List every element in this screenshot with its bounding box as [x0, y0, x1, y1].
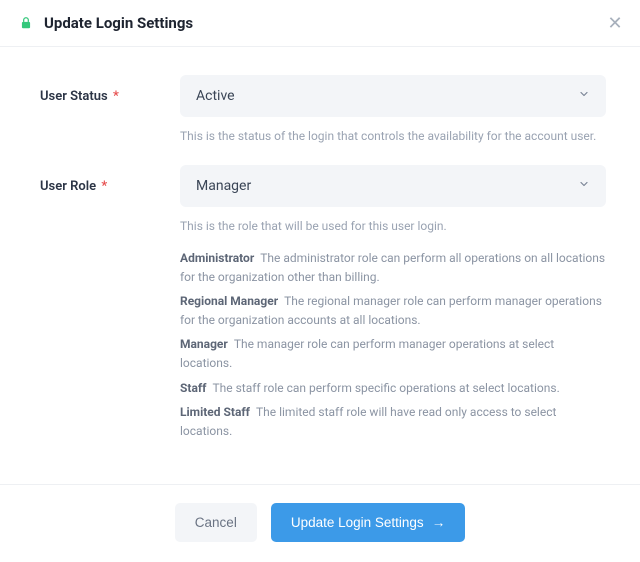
- user-role-select[interactable]: Manager: [180, 165, 606, 207]
- role-desc: The staff role can perform specific oper…: [212, 381, 559, 395]
- role-desc: The manager role can perform manager ope…: [180, 337, 554, 370]
- role-description-item: Regional ManagerThe regional manager rol…: [180, 292, 606, 329]
- submit-button[interactable]: Update Login Settings →: [271, 503, 465, 542]
- modal-title: Update Login Settings: [44, 14, 193, 32]
- modal-footer: Cancel Update Login Settings →: [0, 484, 640, 562]
- modal-header: Update Login Settings ✕: [0, 0, 640, 47]
- role-name: Regional Manager: [180, 294, 278, 308]
- close-button[interactable]: ✕: [604, 12, 626, 34]
- close-icon: ✕: [607, 13, 622, 34]
- role-description-item: ManagerThe manager role can perform mana…: [180, 335, 606, 372]
- role-descriptions: AdministratorThe administrator role can …: [180, 249, 606, 440]
- update-login-settings-modal: Update Login Settings ✕ User Status * Ac…: [0, 0, 640, 562]
- role-name: Administrator: [180, 251, 254, 265]
- required-marker: *: [101, 179, 107, 194]
- modal-body: User Status * Active This is the status …: [0, 47, 640, 484]
- user-status-select[interactable]: Active: [180, 75, 606, 117]
- user-role-value: Manager: [196, 178, 251, 194]
- user-role-row: User Role * Manager This is the role tha…: [40, 165, 606, 446]
- user-role-hint: This is the role that will be used for t…: [180, 217, 606, 235]
- lock-icon: [18, 15, 34, 31]
- user-status-value: Active: [196, 88, 235, 104]
- chevron-down-icon: [578, 178, 590, 194]
- user-role-field: Manager This is the role that will be us…: [180, 165, 606, 446]
- arrow-right-icon: →: [432, 515, 446, 530]
- role-description-item: AdministratorThe administrator role can …: [180, 249, 606, 286]
- user-status-field: Active This is the status of the login t…: [180, 75, 606, 145]
- chevron-down-icon: [578, 88, 590, 104]
- user-status-row: User Status * Active This is the status …: [40, 75, 606, 145]
- role-name: Staff: [180, 381, 206, 395]
- required-marker: *: [113, 89, 119, 104]
- cancel-button[interactable]: Cancel: [175, 503, 257, 542]
- role-name: Manager: [180, 337, 228, 351]
- user-role-label-text: User Role: [40, 179, 96, 194]
- user-status-label-text: User Status: [40, 89, 108, 104]
- role-description-item: Limited StaffThe limited staff role will…: [180, 403, 606, 440]
- role-description-item: Staff The staff role can perform specific…: [180, 379, 606, 398]
- user-role-label: User Role *: [40, 165, 180, 446]
- role-name: Limited Staff: [180, 405, 250, 419]
- user-status-label: User Status *: [40, 75, 180, 145]
- user-status-hint: This is the status of the login that con…: [180, 127, 606, 145]
- cancel-button-label: Cancel: [195, 515, 237, 530]
- submit-button-label: Update Login Settings: [291, 515, 424, 530]
